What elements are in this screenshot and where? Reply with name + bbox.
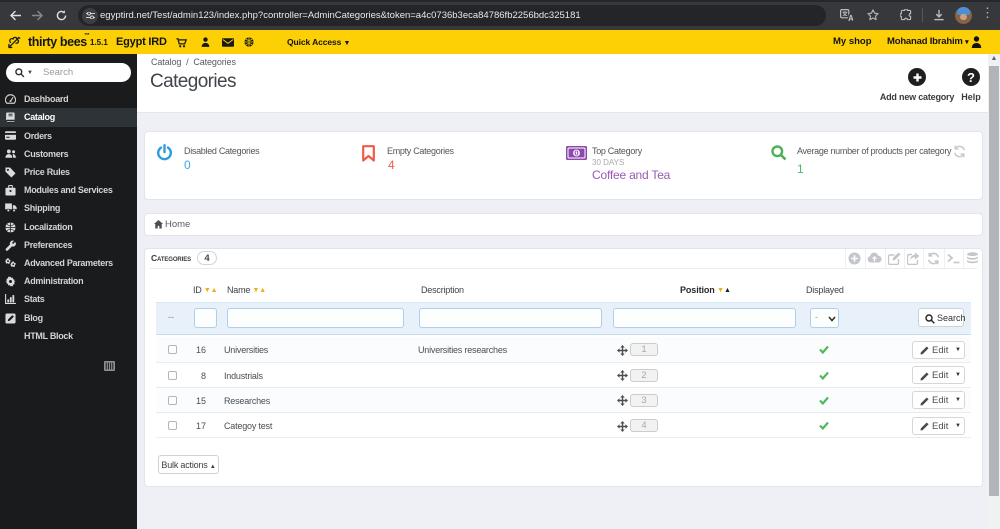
svg-text:0: 0 [574,149,578,158]
